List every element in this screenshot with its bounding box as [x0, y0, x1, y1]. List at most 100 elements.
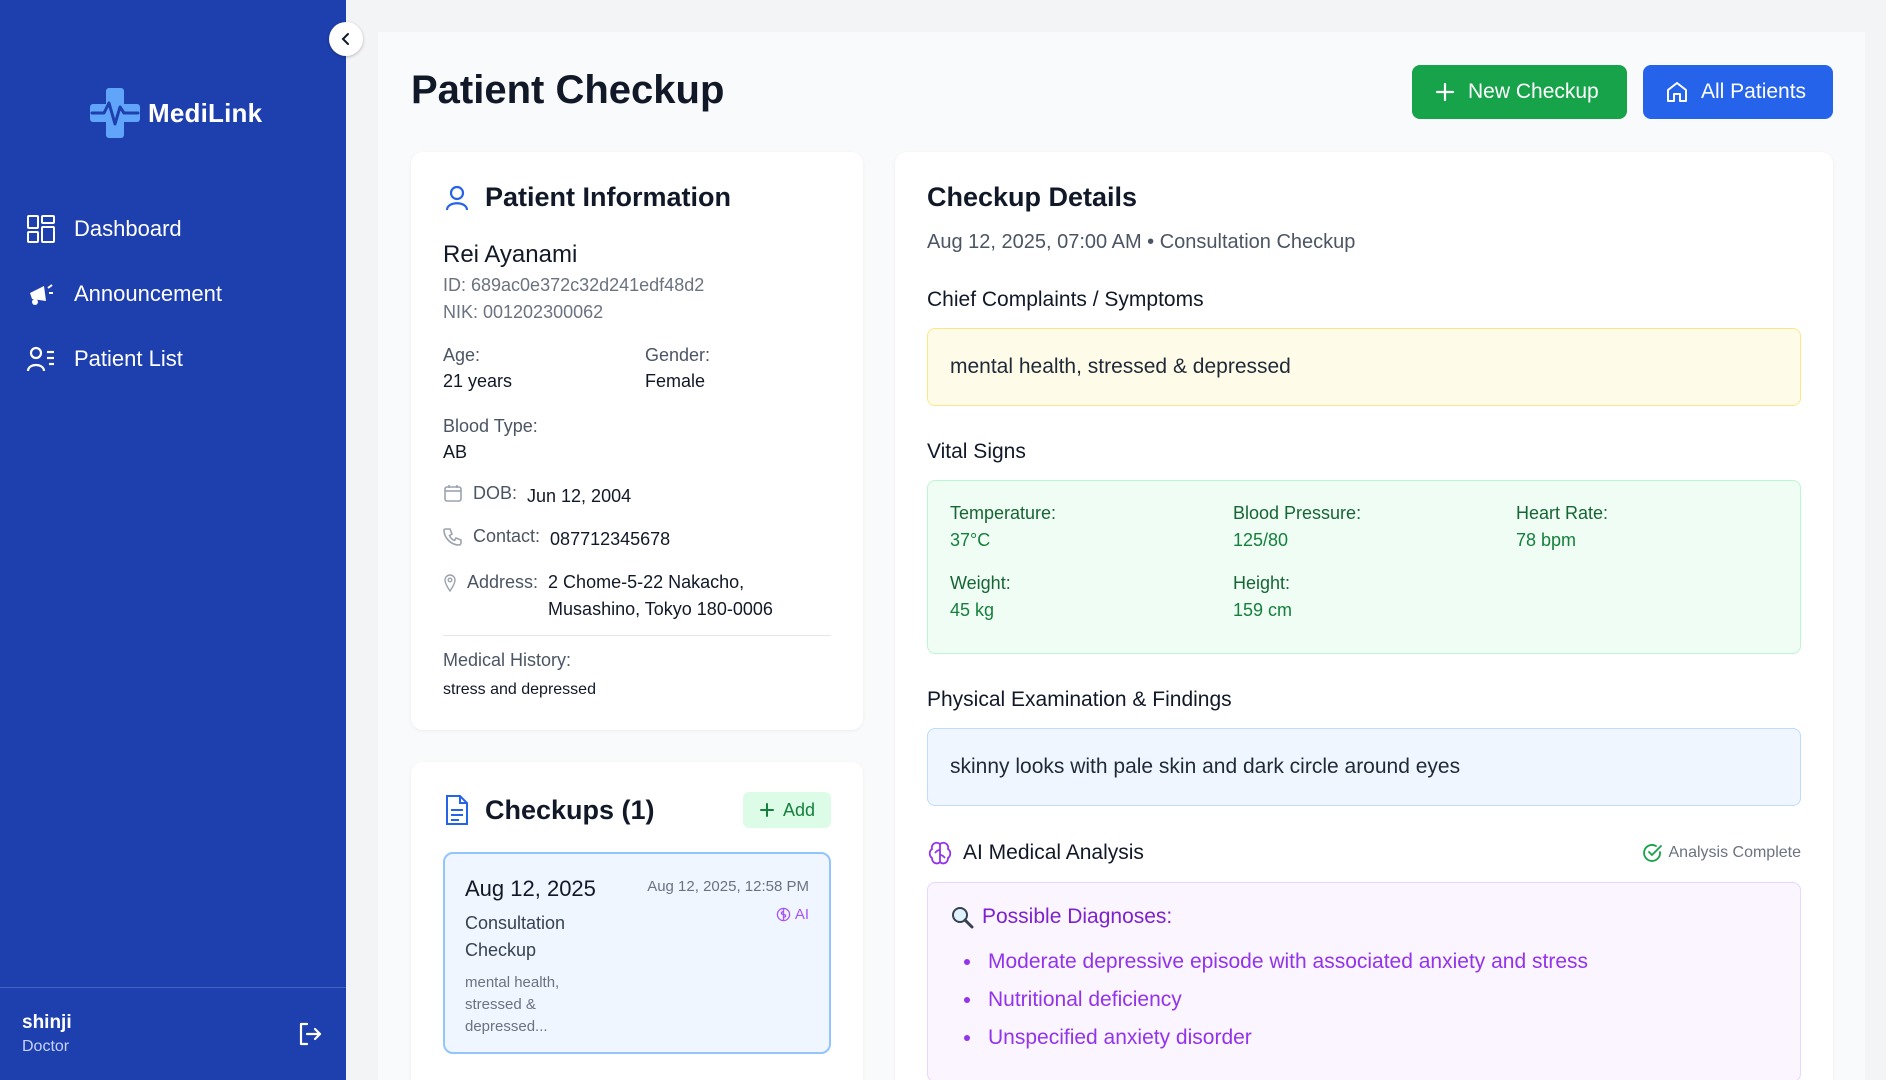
- checkup-type-line: Checkup: [465, 940, 537, 960]
- sidebar-nav: Dashboard Announcement Patient List: [0, 196, 346, 391]
- logout-icon[interactable]: [296, 1020, 324, 1048]
- patient-name: Rei Ayanami: [443, 241, 578, 268]
- contact-value: 087712345678: [550, 529, 671, 549]
- ai-analysis-status: Analysis Complete: [1642, 843, 1802, 863]
- logo-text: MediLink: [148, 97, 263, 128]
- dob-row: DOB: Jun 12, 2004: [443, 483, 831, 510]
- blood-pressure-label: Blood Pressure:: [1233, 503, 1362, 523]
- check-circle-icon: [1642, 844, 1662, 862]
- heart-rate-label: Heart Rate:: [1516, 503, 1609, 523]
- weight-value: 45 kg: [950, 600, 995, 620]
- temperature-value: 37°C: [950, 530, 991, 550]
- list-item: Nutritional deficiency: [964, 981, 1800, 1019]
- plus-icon: [759, 803, 774, 817]
- sidebar-item-patient-list[interactable]: Patient List: [0, 326, 346, 391]
- patient-info-card: Patient Information Rei Ayanami ID: 689a…: [411, 152, 863, 730]
- brain-icon: [776, 907, 791, 922]
- height-label: Height:: [1233, 573, 1291, 593]
- patient-info-title: Patient Information: [485, 182, 732, 212]
- vital-signs-title: Vital Signs: [927, 440, 1026, 463]
- ai-badge-label: AI: [794, 906, 809, 923]
- contact-row: Contact: 087712345678: [443, 526, 831, 553]
- exam-title: Physical Examination & Findings: [927, 688, 1232, 711]
- main-content: Patient Checkup New Checkup All Patients…: [378, 32, 1865, 1080]
- user-role: Doctor: [22, 1038, 70, 1055]
- patient-nik: NIK: 001202300062: [443, 302, 604, 322]
- user-name: shinji: [22, 1012, 72, 1033]
- checkup-type-line: Consultation: [465, 913, 566, 933]
- plus-icon: [1435, 82, 1455, 102]
- checkups-card: Checkups (1) Add Aug 12, 2025 Consultati…: [411, 762, 863, 1080]
- magnifier-icon: [952, 907, 974, 929]
- dob-value: Jun 12, 2004: [527, 486, 632, 506]
- add-checkup-button[interactable]: Add: [742, 792, 831, 828]
- medical-history-value: stress and depressed: [443, 681, 596, 698]
- complaints-title: Chief Complaints / Symptoms: [927, 288, 1204, 311]
- sidebar-item-label: Patient List: [74, 345, 183, 371]
- exam-box: skinny looks with pale skin and dark cir…: [927, 728, 1801, 806]
- checkup-description-line: mental health,: [465, 974, 560, 991]
- weight-label: Weight:: [950, 573, 1011, 593]
- address-line-1: 2 Chome-5-22 Nakacho,: [548, 572, 745, 592]
- checkup-type: Consultation Checkup: [465, 910, 605, 964]
- list-item: Unspecified anxiety disorder: [964, 1019, 1800, 1057]
- age-label: Age:: [443, 345, 481, 365]
- heart-rate-value: 78 bpm: [1516, 530, 1577, 550]
- ai-analysis-header: AI Medical Analysis Analysis Complete: [927, 840, 1801, 866]
- logo[interactable]: MediLink: [88, 86, 262, 140]
- address-line-2: Musashino, Tokyo 180-0006: [548, 599, 773, 619]
- sidebar-item-dashboard[interactable]: Dashboard: [0, 196, 346, 261]
- address-value: 2 Chome-5-22 Nakacho, Musashino, Tokyo 1…: [548, 569, 773, 623]
- patient-id: ID: 689ac0e372c32d241edf48d2: [443, 275, 705, 295]
- ai-analysis-title: AI Medical Analysis: [963, 841, 1144, 864]
- document-icon: [446, 795, 468, 825]
- user-panel: shinji Doctor: [0, 987, 346, 1080]
- blood-type-label: Blood Type:: [443, 416, 538, 436]
- chevron-left-icon: [341, 33, 349, 45]
- complaints-box: mental health, stressed & depressed: [927, 328, 1801, 406]
- phone-icon: [443, 528, 462, 546]
- blood-type-value: AB: [443, 442, 468, 462]
- checkup-list-item[interactable]: Aug 12, 2025 Consultation Checkup mental…: [443, 852, 831, 1054]
- patient-demographics: Age: 21 years Gender: Female Blood Type:…: [443, 345, 831, 463]
- divider: [443, 635, 831, 636]
- page-title: Patient Checkup: [411, 68, 725, 112]
- sidebar-item-announcement[interactable]: Announcement: [0, 261, 346, 326]
- user-icon: [445, 185, 469, 210]
- vital-signs-box: Temperature: 37°C Blood Pressure: 125/80…: [927, 480, 1801, 654]
- checkup-description: mental health, stressed & depressed...: [465, 972, 595, 1038]
- patient-list-icon: [26, 346, 54, 371]
- add-label: Add: [782, 799, 815, 820]
- gender-value: Female: [645, 371, 706, 391]
- dob-label: DOB:: [473, 483, 518, 503]
- checkup-description-line: stressed &: [465, 996, 536, 1013]
- new-checkup-label: New Checkup: [1468, 80, 1599, 103]
- calendar-icon: [444, 485, 462, 502]
- gender-label: Gender:: [645, 345, 711, 365]
- diagnoses-title-label: Possible Diagnoses:: [982, 905, 1173, 928]
- address-row: Address: 2 Chome-5-22 Nakacho, Musashino…: [443, 569, 831, 623]
- sidebar-item-label: Announcement: [74, 280, 222, 306]
- sidebar-collapse-button[interactable]: [329, 22, 363, 56]
- new-checkup-button[interactable]: New Checkup: [1412, 65, 1627, 119]
- all-patients-label: All Patients: [1701, 80, 1807, 103]
- megaphone-icon: [30, 283, 53, 305]
- all-patients-button[interactable]: All Patients: [1643, 65, 1833, 119]
- ai-badge: AI: [776, 906, 809, 923]
- height-value: 159 cm: [1233, 600, 1293, 620]
- diagnoses-list: Moderate depressive episode with associa…: [950, 943, 1800, 1057]
- list-item: Moderate depressive episode with associa…: [964, 943, 1800, 981]
- checkup-details-subtitle: Aug 12, 2025, 07:00 AM • Consultation Ch…: [927, 231, 1356, 253]
- age-value: 21 years: [443, 371, 513, 391]
- sidebar-item-label: Dashboard: [74, 215, 182, 241]
- checkup-details-title: Checkup Details: [927, 182, 1138, 212]
- medical-cross-logo-icon: [90, 88, 140, 138]
- ai-status-label: Analysis Complete: [1668, 844, 1802, 861]
- dashboard-icon: [27, 214, 55, 243]
- brain-icon: [928, 841, 952, 865]
- diagnoses-title: Possible Diagnoses:: [950, 905, 1800, 929]
- location-pin-icon: [444, 574, 456, 593]
- checkups-title: Checkups (1): [485, 794, 655, 825]
- ai-analysis-box: Possible Diagnoses: Moderate depressive …: [927, 882, 1801, 1080]
- address-label: Address:: [467, 572, 539, 592]
